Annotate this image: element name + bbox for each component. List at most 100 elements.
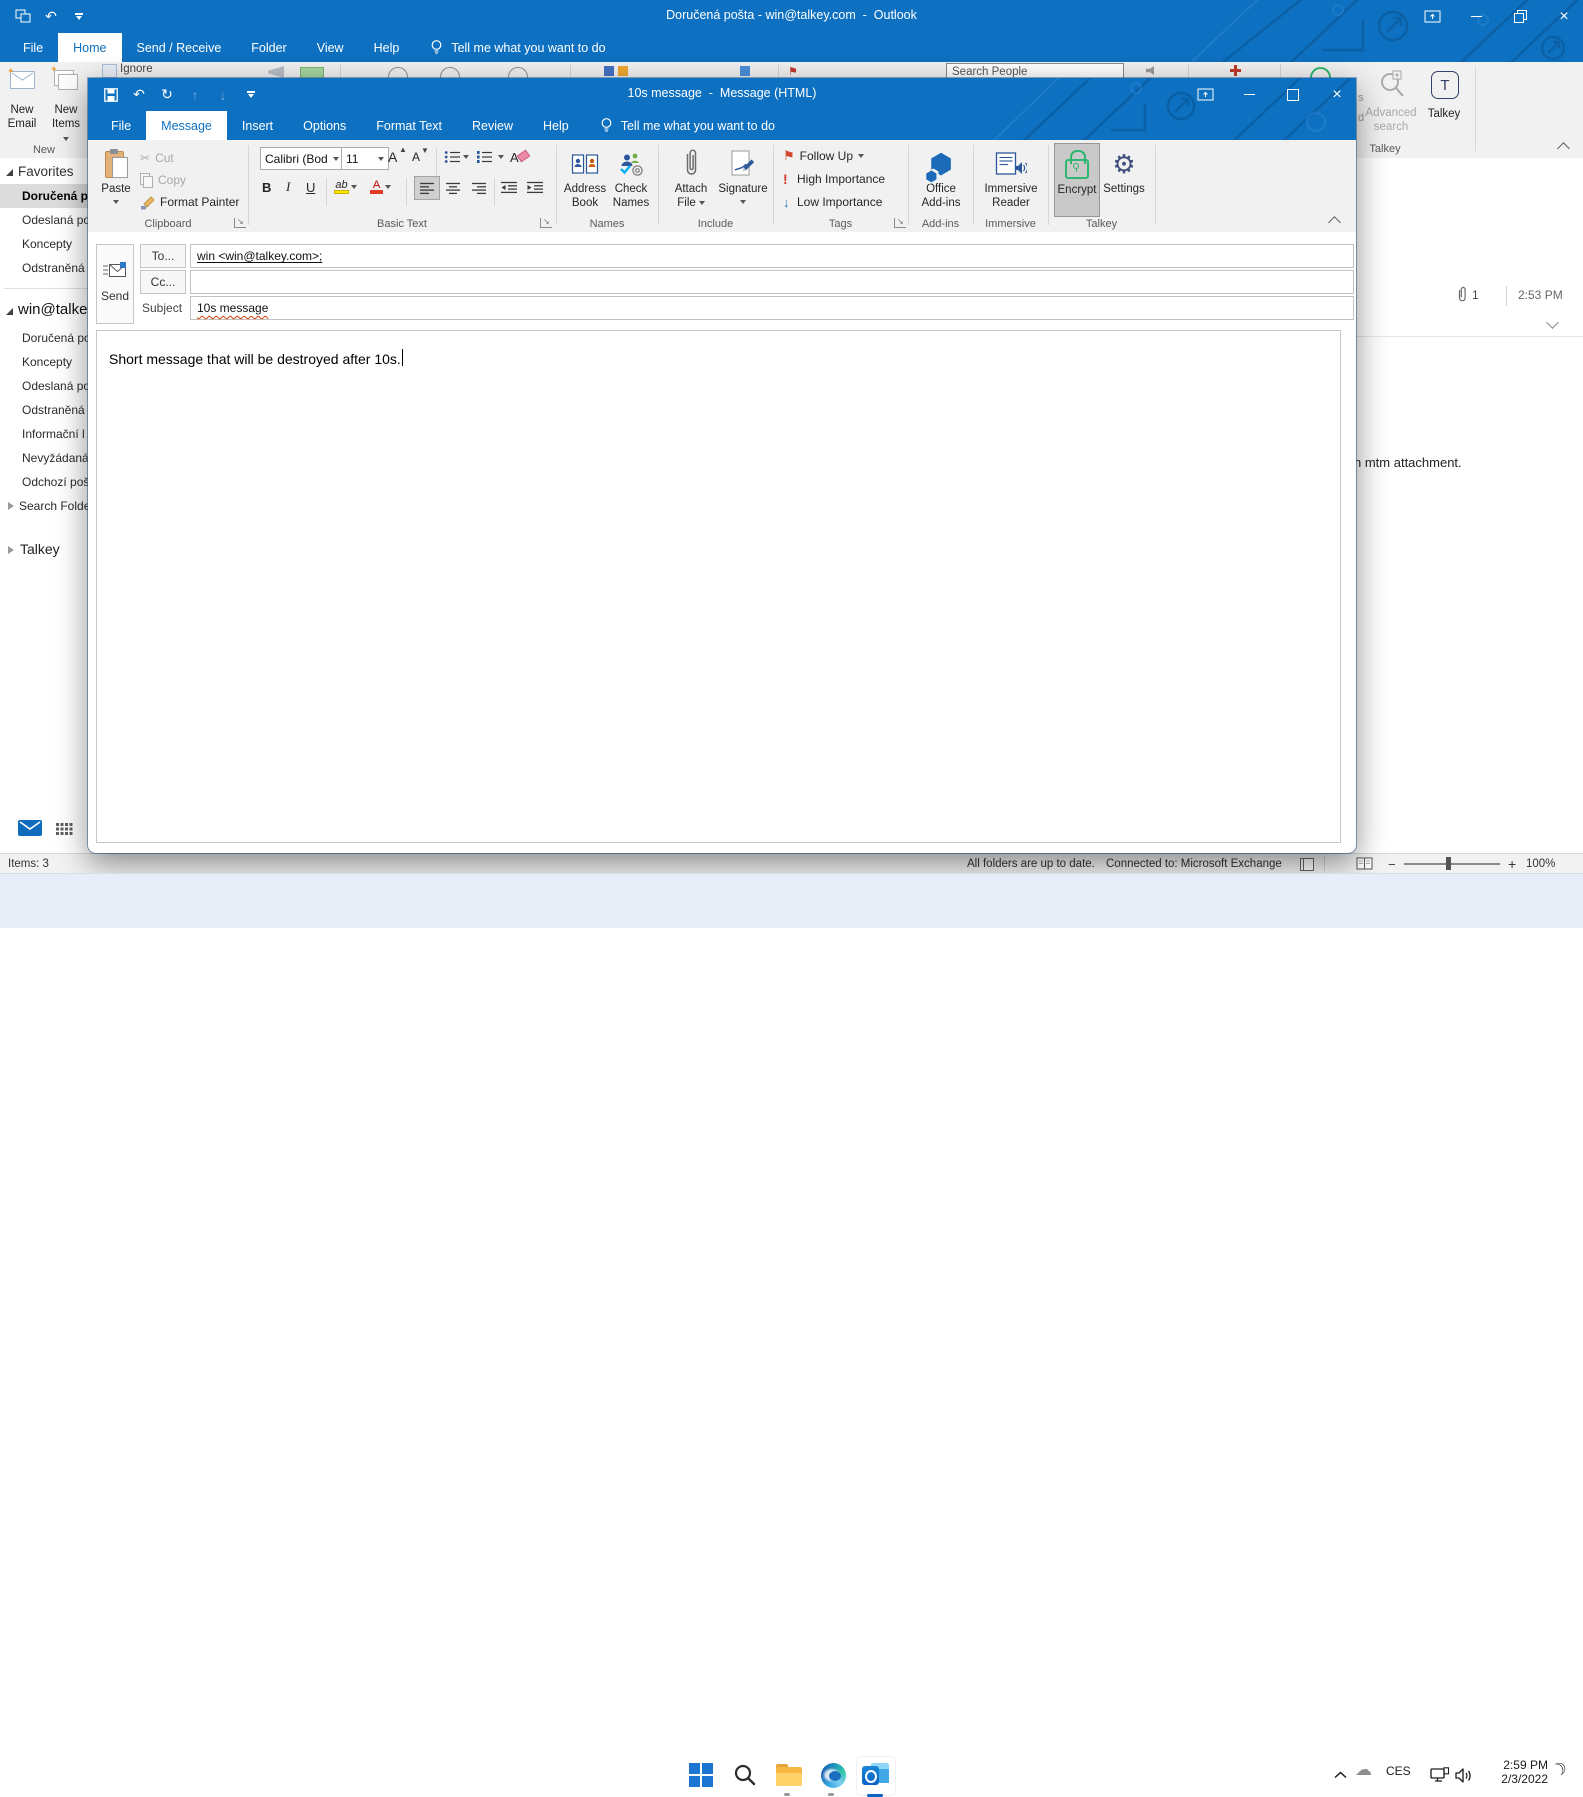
font-name-select[interactable]: Calibri (Bod [260,147,344,170]
grow-font-button[interactable]: A ▲ [388,145,407,167]
main-tab-view[interactable]: View [302,33,359,62]
network-button[interactable] [1428,1760,1452,1790]
tags-dialog-launcher[interactable]: ↘ [894,218,906,228]
outlook-button[interactable] [860,1760,890,1790]
account-header[interactable]: win@talke [0,298,88,326]
office-addins-button[interactable]: ⬢ ⬢ Office Add-ins [914,143,968,221]
font-size-select[interactable]: 11 [341,147,389,170]
folder-item-deleted-favorite[interactable]: Odstraněná [0,256,88,280]
compose-tab-help[interactable]: Help [528,111,584,140]
cc-field[interactable] [190,270,1354,294]
folder-item-sent[interactable]: Odeslaná po [0,374,88,398]
signature-button[interactable]: Signature [718,143,768,221]
close-button[interactable]: × [1318,84,1356,105]
align-center-button[interactable] [440,176,466,200]
follow-up-button[interactable]: ⚑ Follow Up [783,146,865,166]
ignore-label[interactable]: Ignore [120,63,153,75]
folder-item-info[interactable]: Informační l [0,422,88,446]
ribbon-display-options-button[interactable] [1413,6,1451,27]
folder-item-sent-favorite[interactable]: Odeslaná po [0,208,88,232]
folder-item-drafts[interactable]: Koncepty [0,350,88,374]
send-button[interactable]: Send [96,244,134,324]
reading-view-icon[interactable] [1356,857,1373,870]
compose-tab-message[interactable]: Message [146,111,227,140]
zoom-out-button[interactable]: − [1388,857,1396,872]
folder-item-deleted[interactable]: Odstraněná [0,398,88,422]
main-tell-me[interactable]: Tell me what you want to do [430,33,606,62]
folder-item-inbox[interactable]: Doručená po [0,326,88,350]
tray-expand-button[interactable] [1330,1760,1350,1790]
collapse-ribbon-icon[interactable] [1328,216,1341,229]
clock[interactable]: 2:59 PM 2/3/2022 [1478,1758,1548,1786]
folder-item-search-folders[interactable]: Search Folde [0,494,88,518]
compose-tab-file[interactable]: File [96,111,146,140]
main-tab-send-receive[interactable]: Send / Receive [122,33,237,62]
compose-tab-format-text[interactable]: Format Text [361,111,457,140]
decrease-indent-button[interactable] [500,177,518,197]
layout-view-icon[interactable] [1300,858,1314,871]
check-names-button[interactable]: Check Names [608,143,654,221]
volume-button[interactable] [1452,1760,1476,1790]
compose-tell-me[interactable]: Tell me what you want to do [600,111,775,140]
highlight-button[interactable]: ab [334,177,357,197]
address-book-button[interactable]: Address Book [562,143,608,221]
high-importance-button[interactable]: ! High Importance [783,169,885,189]
talkey-root-folder[interactable]: Talkey [0,538,88,564]
mail-nav-icon[interactable] [18,820,44,838]
shrink-font-button[interactable]: A ▼ [412,146,429,167]
ribbon-display-options-button[interactable] [1186,84,1224,105]
main-tab-folder[interactable]: Folder [236,33,301,62]
cut-button[interactable]: ✂ Cut [140,148,174,168]
zoom-in-button[interactable]: + [1508,856,1516,872]
zoom-slider-track[interactable] [1404,863,1500,865]
edge-button[interactable] [818,1760,848,1790]
underline-button[interactable]: U [306,177,315,197]
copy-button[interactable]: Copy [140,170,186,190]
immersive-reader-button[interactable]: Immersive Reader [983,143,1039,221]
font-color-button[interactable]: A [370,177,391,197]
attach-file-button[interactable]: Attach File [668,143,714,221]
format-painter-button[interactable]: Format Painter [140,192,239,212]
talkey-ribbon-button[interactable]: T Talkey [1420,64,1468,150]
align-right-button[interactable] [466,176,492,200]
compose-tab-insert[interactable]: Insert [227,111,288,140]
zoom-slider-thumb[interactable] [1446,857,1451,870]
numbering-button[interactable] [476,147,504,167]
search-people-box[interactable]: Search People [946,63,1124,78]
encrypt-button[interactable]: Encrypt [1054,143,1100,217]
zoom-level[interactable]: 100% [1526,858,1555,870]
collapse-ribbon-icon[interactable] [1557,142,1570,155]
clipboard-dialog-launcher[interactable]: ↘ [234,218,246,228]
onedrive-cloud-icon[interactable]: ☁ [1355,1760,1372,1780]
advanced-search-button[interactable]: Advanced search [1364,64,1418,150]
favorites-header[interactable]: Favorites [0,160,88,184]
maximize-button[interactable] [1274,84,1312,105]
language-indicator[interactable]: CES [1386,1764,1411,1778]
italic-button[interactable]: I [286,177,290,197]
bold-button[interactable]: B [262,177,271,197]
minimize-button[interactable] [1230,84,1268,105]
low-importance-button[interactable]: ↓ Low Importance [783,192,882,212]
increase-indent-button[interactable] [526,177,544,197]
message-body[interactable]: Short message that will be destroyed aft… [96,330,1341,843]
paste-button[interactable]: Paste [96,143,136,221]
main-tab-file[interactable]: File [8,33,58,62]
to-button[interactable]: To... [140,244,186,268]
basic-text-dialog-launcher[interactable]: ↘ [540,218,552,228]
settings-button[interactable]: ⚙ Settings [1100,143,1148,221]
apps-grid-nav-icon[interactable] [56,823,74,837]
subject-field[interactable]: 10s message [190,296,1354,320]
connection-status[interactable]: Connected to: Microsoft Exchange [1106,858,1282,870]
folder-item-outbox[interactable]: Odchozí poš [0,470,88,494]
compose-tab-review[interactable]: Review [457,111,528,140]
folder-item-junk[interactable]: Nevyžádaná [0,446,88,470]
file-explorer-button[interactable] [774,1760,804,1790]
compose-tab-options[interactable]: Options [288,111,361,140]
bullets-button[interactable] [444,147,469,167]
expand-message-chevron-icon[interactable] [1546,316,1559,329]
align-left-button[interactable] [414,176,440,200]
clear-formatting-button[interactable]: A [510,147,531,167]
search-button[interactable] [730,1760,760,1790]
folders-status[interactable]: All folders are up to date. [967,858,1095,870]
main-tab-help[interactable]: Help [359,33,415,62]
